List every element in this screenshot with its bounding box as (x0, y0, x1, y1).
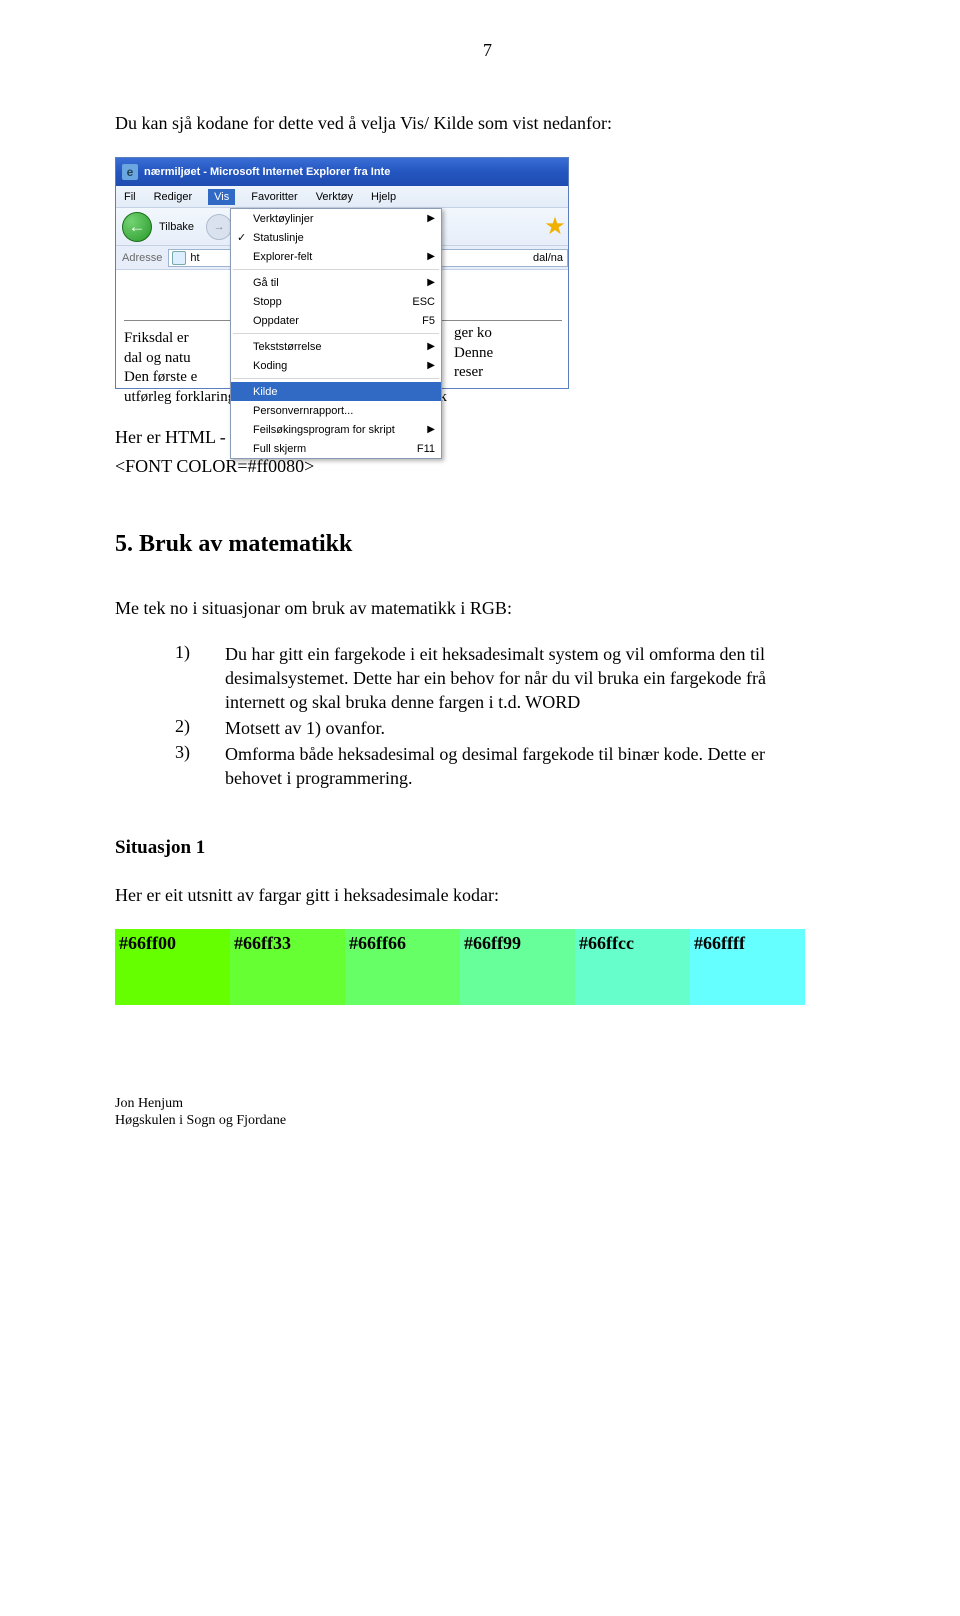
menu-item-label: Tekststørrelse (253, 341, 321, 353)
menu-item[interactable]: Hjelp (369, 189, 398, 205)
menu-item-full-skjerm[interactable]: Full skjerm F11 (231, 439, 441, 458)
submenu-arrow-icon: ▶ (427, 251, 435, 262)
menu-item-label: Kilde (253, 386, 277, 398)
numbered-list: 1)Du har gitt ein fargekode i eit heksad… (175, 642, 820, 791)
vis-dropdown-menu: Verktøylinjer ▶ ✓ Statuslinje Explorer-felt ▶… (230, 208, 442, 459)
menu-item[interactable]: Favoritter (249, 189, 299, 205)
list-intro: Me tek no i situasjonar om bruk av matem… (115, 596, 860, 620)
menu-item-label: Feilsøkingsprogram for skript (253, 424, 395, 436)
color-swatch: #66ff00 (115, 929, 230, 1005)
ie-titlebar: e nærmiljøet - Microsoft Internet Explor… (116, 158, 568, 186)
list-item-text: Motsett av 1) ovanfor. (225, 716, 385, 740)
menu-item-explorer-felt[interactable]: Explorer-felt ▶ (231, 247, 441, 266)
submenu-arrow-icon: ▶ (427, 277, 435, 288)
subsection-heading: Situasjon 1 (115, 837, 860, 859)
list-item: 2)Motsett av 1) ovanfor. (175, 716, 820, 740)
menu-item-gå-til[interactable]: Gå til ▶ (231, 273, 441, 292)
menu-item-feilsøkingsprogram-for-skript[interactable]: Feilsøkingsprogram for skript ▶ (231, 420, 441, 439)
menu-item-tekststørrelse[interactable]: Tekststørrelse ▶ (231, 337, 441, 356)
submenu-arrow-icon: ▶ (427, 213, 435, 224)
menu-item[interactable]: Rediger (152, 189, 195, 205)
check-icon: ✓ (237, 231, 246, 244)
ie-logo-icon: e (122, 164, 138, 180)
screenshot-ie-menu: e nærmiljøet - Microsoft Internet Explor… (115, 157, 860, 389)
favorites-star-icon[interactable]: ★ (542, 214, 568, 240)
menu-item-statuslinje[interactable]: ✓ Statuslinje (231, 228, 441, 247)
menu-item-oppdater[interactable]: Oppdater F5 (231, 311, 441, 330)
page-number: 7 (115, 40, 860, 61)
address-label: Adresse (122, 252, 162, 264)
color-swatch: #66ff33 (230, 929, 345, 1005)
intro-paragraph: Du kan sjå kodane for dette ved å velja … (115, 111, 860, 135)
list-item-number: 2) (175, 716, 225, 740)
back-label: Tilbake (159, 221, 194, 233)
content-line: dal og natu (124, 350, 191, 366)
list-item-number: 3) (175, 742, 225, 790)
keyboard-shortcut: ESC (412, 296, 435, 308)
list-item: 3)Omforma både heksadesimal og desimal f… (175, 742, 820, 790)
list-item: 1)Du har gitt ein fargekode i eit heksad… (175, 642, 820, 714)
footer-institution: Høgskulen i Sogn og Fjordane (115, 1112, 860, 1130)
menu-item-verktøylinjer[interactable]: Verktøylinjer ▶ (231, 209, 441, 228)
color-swatch: #66ffcc (575, 929, 690, 1005)
content-fragment: reser (454, 364, 483, 380)
page-icon (172, 251, 186, 265)
color-swatch: #66ff66 (345, 929, 460, 1005)
ie-menubar: Fil Rediger Vis Favoritter Verktøy Hjelp (116, 186, 568, 208)
footer: Jon Henjum Høgskulen i Sogn og Fjordane (115, 1095, 860, 1130)
list-item-text: Du har gitt ein fargekode i eit heksades… (225, 642, 820, 714)
list-item-number: 1) (175, 642, 225, 714)
back-button[interactable]: ← (122, 212, 152, 242)
menu-item-label: Verktøylinjer (253, 213, 314, 225)
forward-button[interactable]: → (206, 214, 232, 240)
content-line: Den første e (124, 369, 197, 385)
menu-item-label: Full skjerm (253, 443, 306, 455)
menu-item-label: Gå til (253, 277, 279, 289)
section-heading: 5. Bruk av matematikk (115, 531, 860, 558)
menu-item-label: Koding (253, 360, 287, 372)
content-fragment: ger ko (454, 325, 492, 341)
address-text: ht (190, 252, 199, 264)
arrow-right-icon: → (214, 221, 225, 233)
swatch-intro: Her er eit utsnitt av fargar gitt i heks… (115, 883, 860, 907)
menu-item-personvernrapport-[interactable]: Personvernrapport... (231, 401, 441, 420)
color-swatch-row: #66ff00#66ff33#66ff66#66ff99#66ffcc#66ff… (115, 929, 805, 1005)
menu-item-label: Statuslinje (253, 232, 304, 244)
menu-item[interactable]: Verktøy (314, 189, 355, 205)
menu-item-stopp[interactable]: Stopp ESC (231, 292, 441, 311)
color-swatch: #66ffff (690, 929, 805, 1005)
arrow-left-icon: ← (129, 217, 146, 237)
menu-item-kilde[interactable]: Kilde (231, 382, 441, 401)
list-item-text: Omforma både heksadesimal og desimal far… (225, 742, 820, 790)
ie-window: e nærmiljøet - Microsoft Internet Explor… (115, 157, 569, 389)
content-fragment: Denne (454, 345, 493, 361)
address-text-right: dal/na (533, 252, 567, 264)
submenu-arrow-icon: ▶ (427, 424, 435, 435)
menu-item-label: Explorer-felt (253, 251, 312, 263)
footer-author: Jon Henjum (115, 1095, 860, 1113)
keyboard-shortcut: F5 (422, 315, 435, 327)
font-tag-code: <FONT COLOR=#ff0080> (115, 456, 860, 477)
menu-item-label: Oppdater (253, 315, 299, 327)
submenu-arrow-icon: ▶ (427, 360, 435, 371)
content-line: Friksdal er (124, 330, 189, 346)
keyboard-shortcut: F11 (417, 443, 435, 455)
menu-item-label: Stopp (253, 296, 282, 308)
color-swatch: #66ff99 (460, 929, 575, 1005)
menu-item[interactable]: Fil (122, 189, 138, 205)
window-title: nærmiljøet - Microsoft Internet Explorer… (144, 166, 390, 178)
menu-item-vis[interactable]: Vis (208, 189, 235, 205)
submenu-arrow-icon: ▶ (427, 341, 435, 352)
menu-item-koding[interactable]: Koding ▶ (231, 356, 441, 375)
after-screenshot-text: Her er HTML - koden for teksten "Friksda… (115, 425, 860, 449)
menu-item-label: Personvernrapport... (253, 405, 353, 417)
